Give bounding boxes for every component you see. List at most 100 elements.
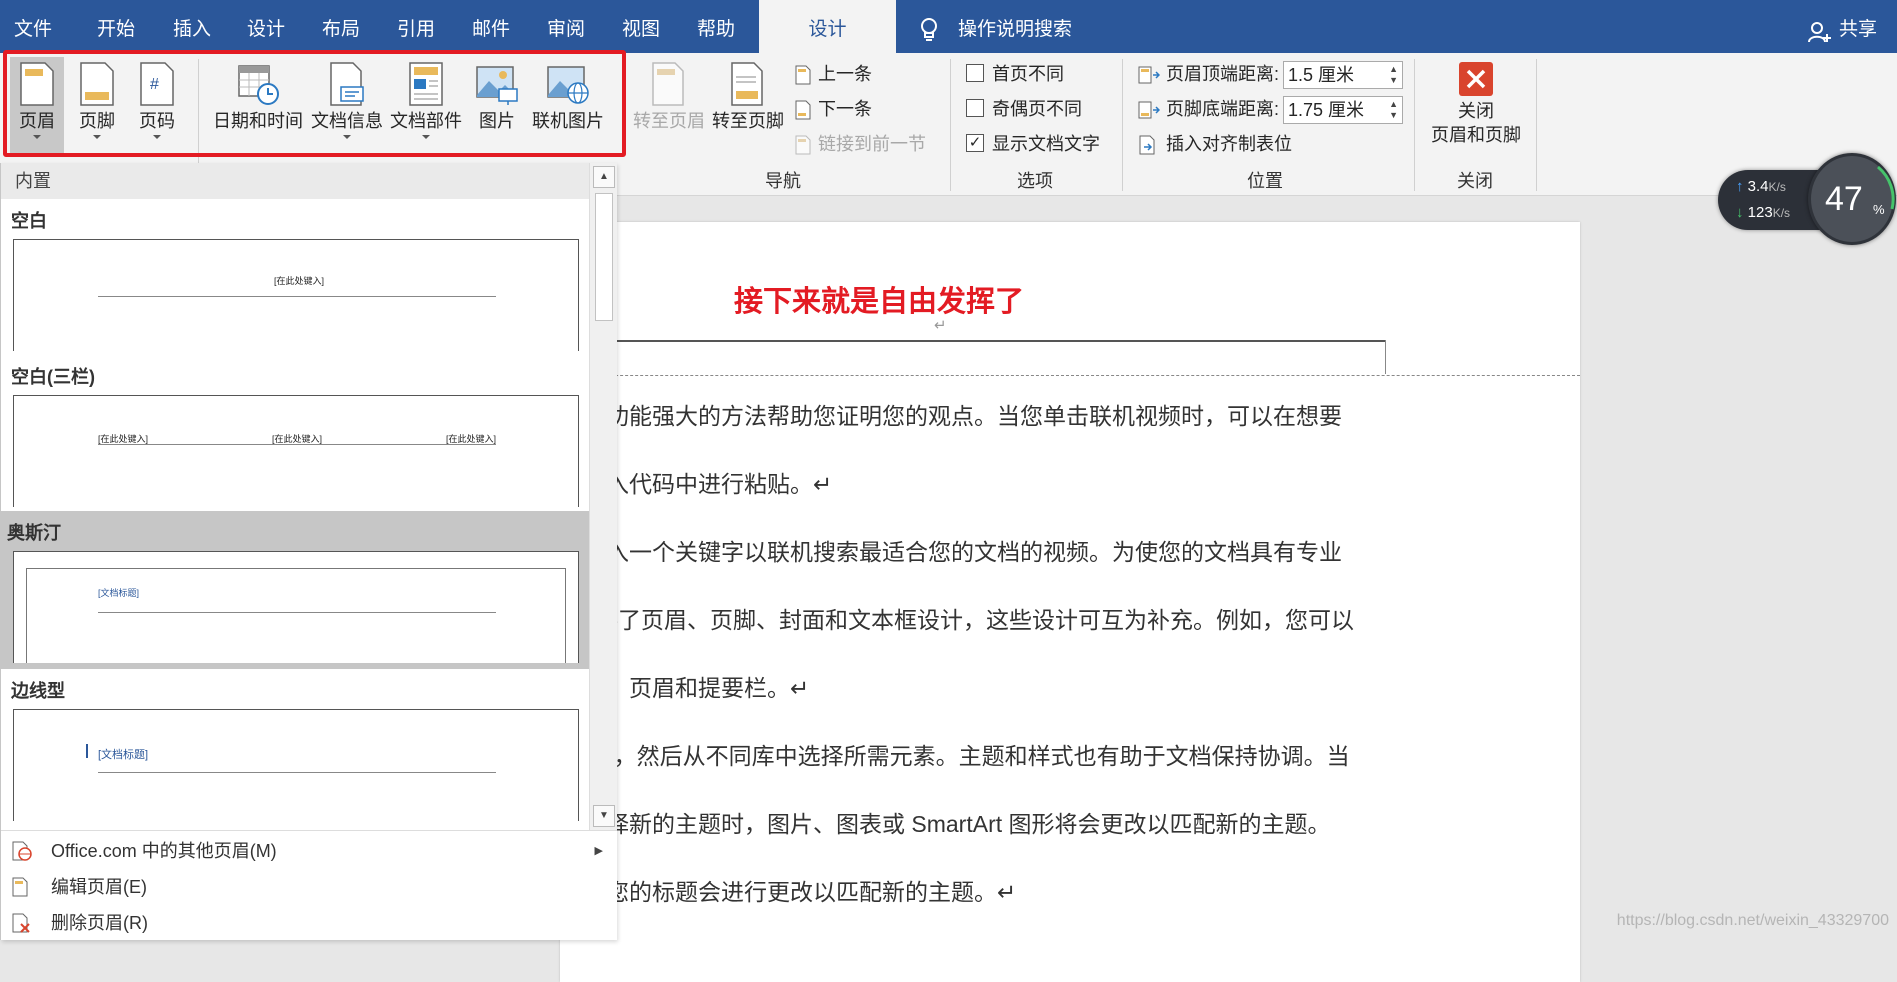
tab-home[interactable]: 开始: [80, 0, 152, 53]
tab-mailings[interactable]: 邮件: [455, 0, 527, 53]
quick-parts-icon: [409, 62, 443, 106]
header-boundary: [560, 375, 1580, 376]
header-from-top-spinner[interactable]: 1.5 厘米 ▲ ▼: [1283, 61, 1404, 90]
previous-section-icon: [795, 65, 811, 85]
different-first-page-label: 首页不同: [992, 64, 1064, 84]
sideline-bar: [86, 744, 88, 758]
memory-usage-gauge[interactable]: 47 %: [1808, 153, 1896, 245]
header-from-top-row: 页眉顶端距离: 1.5 厘米 ▲ ▼: [1138, 59, 1404, 90]
header-icon: [20, 62, 54, 106]
online-pictures-label: 联机图片: [532, 111, 604, 131]
tab-help[interactable]: 帮助: [680, 0, 752, 53]
group-separator: [1122, 59, 1123, 191]
group-label-options: 选项: [1017, 171, 1053, 191]
different-first-page-checkbox[interactable]: 首页不同: [966, 59, 1064, 89]
header-rule: [98, 612, 496, 613]
share-button[interactable]: 共享: [1807, 0, 1877, 53]
go-to-footer-label: 转至页脚: [712, 111, 784, 131]
word-window: 文件 开始 插入 设计 布局 引用 邮件 审阅 视图 帮助 设计 操作说明搜索 …: [0, 0, 1897, 982]
gallery-item-name: 奥斯汀: [7, 523, 61, 543]
group-label-navigation: 导航: [765, 171, 801, 191]
close-header-footer-button[interactable]: 关闭 页眉和页脚: [1424, 61, 1528, 161]
go-to-header-button[interactable]: 转至页眉: [632, 57, 706, 137]
gallery-item-sideline[interactable]: 边线型 [文档标题]: [1, 669, 589, 829]
go-to-footer-button[interactable]: 转至页脚: [710, 57, 786, 137]
header-rule: [98, 296, 496, 297]
footer-label: 页脚: [79, 111, 115, 131]
header-text[interactable]: 接下来就是自由发挥了: [734, 278, 1024, 320]
body-line[interactable]: 供了功能强大的方法帮助您证明您的观点。当您单击联机视频时，可以在想要: [560, 397, 1342, 431]
upload-unit: K/s: [1768, 180, 1786, 194]
gallery-thumbnail: [在此处键入] [在此处键入] [在此处键入]: [13, 395, 579, 507]
usage-percent: 47: [1825, 180, 1863, 218]
online-pictures-button[interactable]: 联机图片: [528, 57, 608, 137]
tab-header-footer-design[interactable]: 设计: [759, 0, 896, 53]
previous-button[interactable]: 上一条: [794, 59, 872, 89]
tell-me-search[interactable]: 操作说明搜索: [918, 0, 1072, 53]
gallery-item-austin[interactable]: 奥斯汀 [文档标题]: [1, 511, 589, 669]
footer-from-bottom-spinner[interactable]: 1.75 厘米 ▲ ▼: [1283, 96, 1404, 125]
body-line[interactable]: 以键入一个关键字以联机搜索最适合您的文档的视频。为使您的文档具有专业: [560, 533, 1342, 567]
close-icon: [1459, 62, 1493, 96]
gallery-scrollbar[interactable]: ▲ ▼: [589, 163, 617, 830]
tab-layout[interactable]: 布局: [305, 0, 377, 53]
footer-from-bottom-row: 页脚底端距离: 1.75 厘米 ▲ ▼: [1138, 94, 1404, 125]
share-label: 共享: [1838, 19, 1877, 40]
upload-value: 3.4: [1747, 178, 1769, 195]
download-unit: K/s: [1772, 206, 1791, 220]
previous-label: 上一条: [818, 64, 872, 84]
quick-parts-button[interactable]: 文档部件: [388, 57, 464, 153]
document-page[interactable]: 接下来就是自由发挥了 ↵ 供了功能强大的方法帮助您证明您的观点。当您单击联机视频…: [560, 222, 1580, 982]
placeholder-text: [在此处键入]: [274, 276, 325, 286]
body-line[interactable]: 并选择新的主题时，图片、图表或 SmartArt 图形将会更改以匹配新的主题。: [560, 805, 1331, 839]
close-line1: 关闭: [1458, 101, 1494, 121]
tab-insert[interactable]: 插入: [156, 0, 228, 53]
show-document-text-checkbox[interactable]: ✓ 显示文档文字: [966, 129, 1100, 159]
spinner-arrows-icon[interactable]: ▲ ▼: [1389, 99, 1398, 121]
tab-view[interactable]: 视图: [605, 0, 677, 53]
pictures-button[interactable]: 图片: [470, 57, 524, 137]
insert-alignment-tab-button[interactable]: 插入对齐制表位: [1138, 129, 1292, 159]
page-number-button[interactable]: # 页码: [130, 57, 184, 153]
tell-me-label: 操作说明搜索: [958, 19, 1073, 40]
tab-design[interactable]: 设计: [230, 0, 302, 53]
quick-parts-label: 文档部件: [390, 111, 462, 131]
remove-header-icon: [12, 913, 30, 933]
footer-button[interactable]: 页脚: [70, 57, 124, 153]
date-time-button[interactable]: 日期和时间: [210, 57, 306, 137]
different-odd-even-label: 奇偶页不同: [992, 99, 1082, 119]
online-picture-icon: [547, 66, 589, 104]
different-odd-even-checkbox[interactable]: 奇偶页不同: [966, 94, 1082, 124]
scroll-up-icon[interactable]: ▲: [593, 166, 615, 188]
scrollbar-thumb[interactable]: [595, 193, 613, 321]
gallery-item-name: 边线型: [11, 681, 65, 701]
more-headers-office-com[interactable]: Office.com 中的其他页眉(M) ▶: [1, 833, 617, 869]
body-line[interactable]: 提供了页眉、页脚、封面和文本框设计，这些设计可互为补充。例如，您可以: [572, 601, 1354, 635]
checkbox-box: [966, 64, 984, 83]
tab-file[interactable]: 文件: [0, 0, 66, 53]
header-from-top-value: 1.5 厘米: [1288, 65, 1355, 86]
next-button[interactable]: 下一条: [794, 94, 872, 124]
percent-sign: %: [1873, 202, 1885, 217]
insert-alignment-tab-label: 插入对齐制表位: [1166, 134, 1292, 154]
header-button[interactable]: 页眉: [10, 57, 64, 153]
body-line[interactable]: 时，您的标题会进行更改以匹配新的主题。↵: [560, 873, 1016, 907]
gallery-item-name: 空白: [11, 211, 47, 231]
gallery-item-blank[interactable]: 空白 [在此处键入]: [1, 199, 589, 355]
spinner-arrows-icon[interactable]: ▲ ▼: [1389, 64, 1398, 86]
tab-review[interactable]: 审阅: [530, 0, 602, 53]
link-to-previous-button[interactable]: 链接到前一节: [794, 129, 926, 159]
gallery-item-blank-three-column[interactable]: 空白(三栏) [在此处键入] [在此处键入] [在此处键入]: [1, 355, 589, 511]
tab-references[interactable]: 引用: [380, 0, 452, 53]
next-section-icon: [795, 100, 811, 120]
document-info-button[interactable]: 文档信息: [309, 57, 385, 153]
body-line[interactable]: 插入”，然后从不同库中选择所需元素。主题和样式也有助于文档保持协调。当: [560, 737, 1350, 771]
gallery-footer: Office.com 中的其他页眉(M) ▶ 编辑页眉(E) 删除页眉(R): [1, 830, 617, 940]
go-to-header-icon: [652, 62, 684, 106]
chevron-down-icon: [343, 135, 351, 139]
austin-frame: [26, 568, 566, 663]
scroll-down-icon[interactable]: ▼: [593, 805, 615, 827]
edit-header-item[interactable]: 编辑页眉(E): [1, 869, 617, 905]
remove-header-item[interactable]: 删除页眉(R): [1, 905, 617, 941]
picture-icon: [476, 66, 518, 105]
